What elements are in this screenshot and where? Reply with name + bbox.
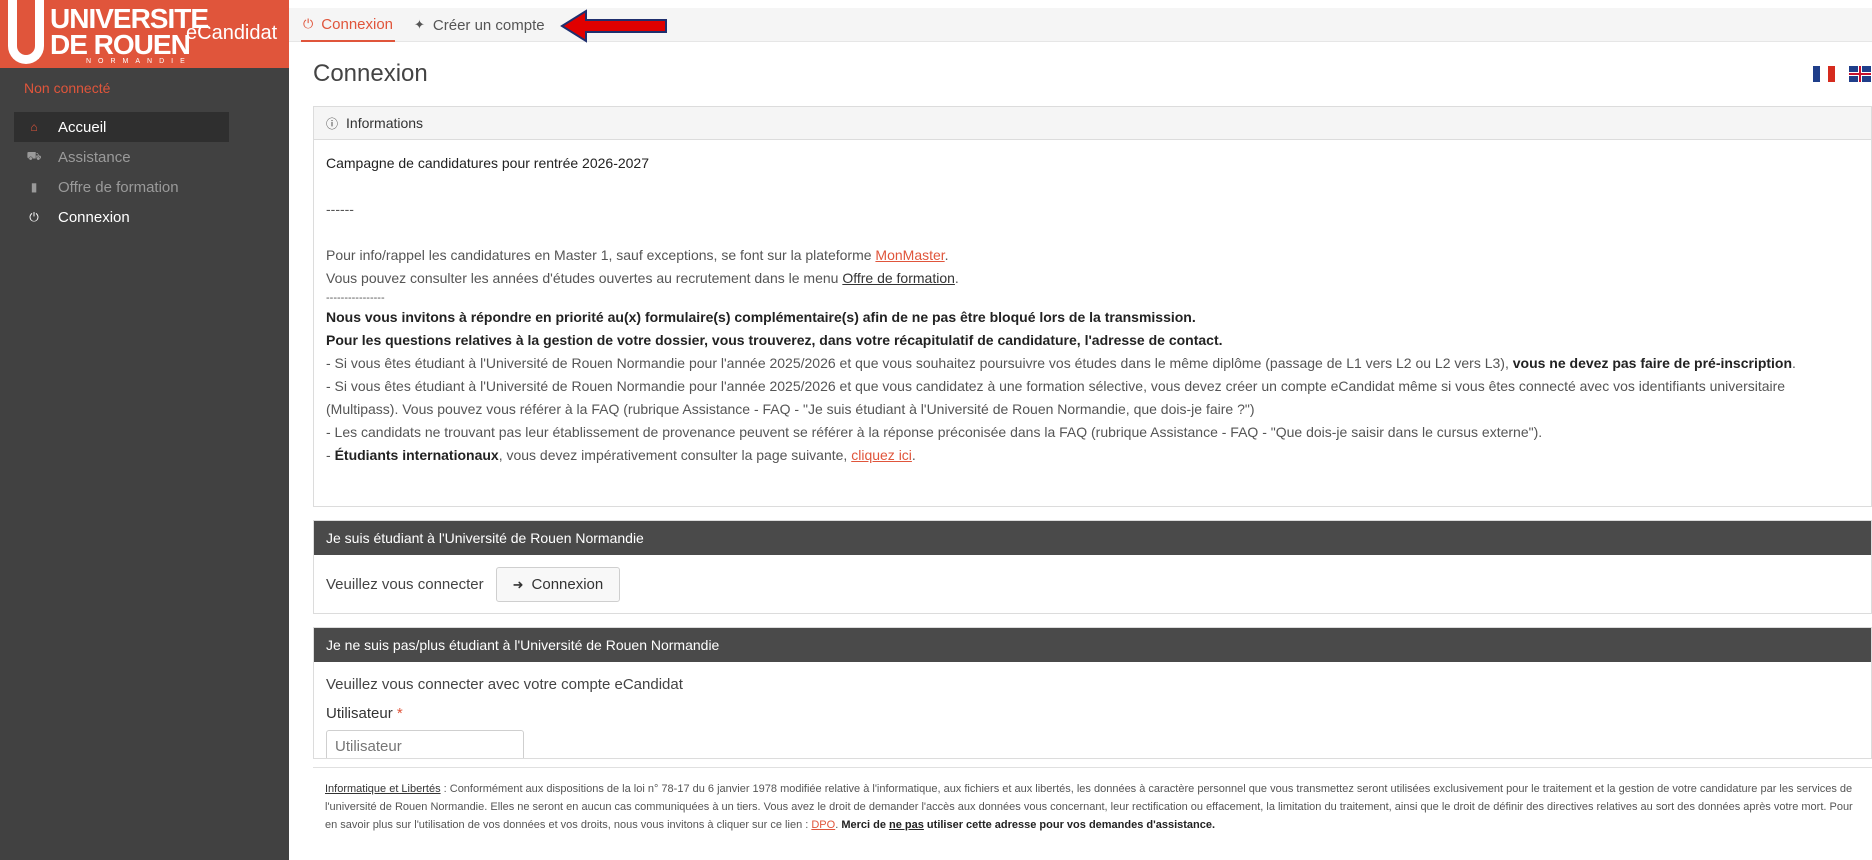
sidebar-item-label: Assistance (58, 148, 131, 166)
separator-text: ---------------- (326, 292, 385, 304)
monmaster-link[interactable]: MonMaster (875, 247, 944, 263)
sidebar-item-accueil[interactable]: ⌂ Accueil (14, 112, 229, 142)
home-icon: ⌂ (30, 120, 38, 134)
privacy-footer: Informatique et Libertés : Conformément … (313, 767, 1872, 860)
sidebar-item-label: Accueil (58, 118, 107, 136)
informatique-libertes-link[interactable]: Informatique et Libertés (325, 783, 441, 795)
required-marker: * (396, 705, 403, 722)
page-title: Connexion (313, 60, 428, 87)
red-arrow-annotation (560, 9, 667, 43)
separator-text: ------ (326, 201, 354, 217)
info-paragraph: Vous pouvez consulter les années d'étude… (326, 270, 959, 286)
info-icon: ⓘ (326, 116, 339, 131)
sidebar-item-label: Offre de formation (58, 178, 179, 196)
tab-label: Créer un compte (432, 16, 545, 34)
university-logo[interactable]: UNIVERSITE DE ROUEN NORMANDIE eCandidat (0, 0, 289, 68)
student-login-panel: Je suis étudiant à l'Université de Rouen… (313, 520, 1872, 614)
username-input[interactable] (326, 730, 524, 758)
info-paragraph: - Si vous êtes étudiant à l'Université d… (326, 378, 1786, 417)
logo-line2: DE ROUEN (50, 29, 191, 60)
panel-title: Informations (346, 115, 424, 131)
logo-line3: NORMANDIE (86, 58, 192, 65)
sidebar-item-offre-formation[interactable]: ▮ Offre de formation (14, 172, 229, 202)
language-switcher (1813, 66, 1871, 82)
power-icon: ⏻ (303, 16, 314, 31)
tab-connexion[interactable]: ⏻ Connexion (301, 8, 396, 42)
info-paragraph: - Les candidats ne trouvant pas leur éta… (326, 424, 1543, 440)
login-prompt: Veuillez vous connecter avec votre compt… (326, 676, 683, 693)
button-label: Connexion (531, 576, 604, 593)
info-paragraph: - Étudiants internationaux, vous devez i… (326, 447, 916, 463)
info-bold-text: Pour les questions relatives à la gestio… (326, 332, 1223, 348)
connection-status: Non connecté (24, 80, 111, 96)
power-icon: ⏻ (29, 209, 39, 224)
sidebar-menu: ⌂ Accueil ⛟ Assistance ▮ Offre de format… (14, 112, 229, 232)
app-name: eCandidat (186, 22, 278, 44)
tab-creer-compte[interactable]: ✦ Créer un compte (414, 8, 545, 42)
french-flag-icon[interactable] (1813, 66, 1835, 82)
panel-title: Je suis étudiant à l'Université de Rouen… (314, 521, 1871, 555)
ambulance-icon: ⛟ (26, 149, 42, 163)
username-label: Utilisateur * (326, 705, 403, 722)
connexion-button[interactable]: ➜ Connexion (495, 567, 621, 602)
login-prompt: Veuillez vous connecter (326, 576, 484, 593)
top-tab-bar: ⏻ Connexion ✦ Créer un compte (289, 8, 1872, 42)
info-paragraph: Pour info/rappel les candidatures en Mas… (326, 247, 949, 263)
sign-in-icon: ➜ (512, 576, 524, 592)
magic-wand-icon: ✦ (414, 17, 425, 32)
bookmark-icon: ▮ (30, 180, 38, 194)
tab-label: Connexion (321, 15, 394, 33)
dpo-link[interactable]: DPO (811, 819, 835, 831)
informations-body: Campagne de candidatures pour rentrée 20… (314, 140, 1871, 467)
panel-title: Je ne suis pas/plus étudiant à l'Univers… (314, 628, 1871, 662)
uk-flag-icon[interactable] (1849, 66, 1871, 82)
sidebar-item-label: Connexion (58, 208, 130, 226)
student-login-row: Veuillez vous connecter ➜ Connexion (314, 555, 1871, 614)
logo-u-mark (8, 0, 44, 64)
informations-panel: ⓘ Informations Campagne de candidatures … (313, 106, 1872, 507)
sidebar: UNIVERSITE DE ROUEN NORMANDIE eCandidat … (0, 0, 289, 860)
info-bold-text: Nous vous invitons à répondre en priorit… (326, 309, 1196, 325)
offre-formation-link[interactable]: Offre de formation (842, 270, 955, 286)
sidebar-item-assistance[interactable]: ⛟ Assistance (14, 142, 229, 172)
sidebar-item-connexion[interactable]: ⏻ Connexion (14, 202, 229, 232)
ecandidat-login-panel: Je ne suis pas/plus étudiant à l'Univers… (313, 627, 1872, 759)
campaign-text: Campagne de candidatures pour rentrée 20… (326, 155, 650, 171)
info-paragraph: - Si vous êtes étudiant à l'Université d… (326, 355, 1796, 371)
panel-header: ⓘ Informations (314, 107, 1871, 140)
cliquez-ici-link[interactable]: cliquez ici (851, 447, 912, 463)
